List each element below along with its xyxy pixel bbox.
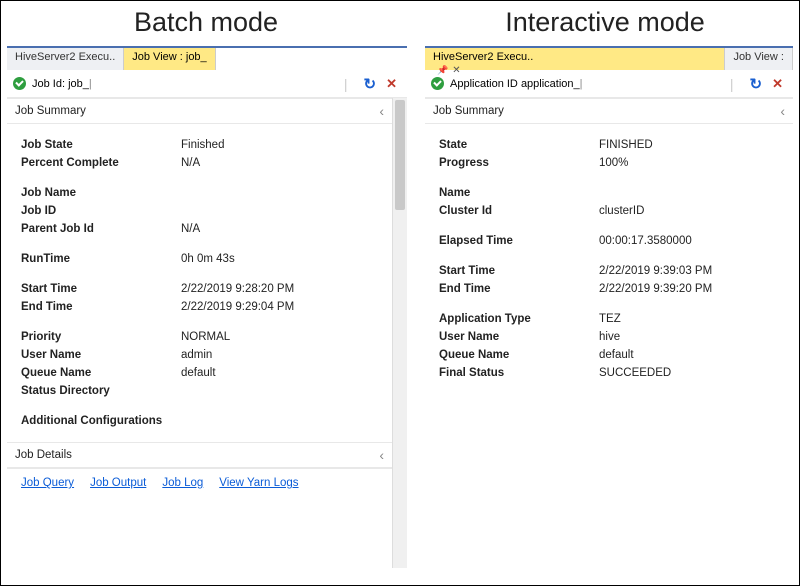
row-user-name-r: User Namehive — [425, 328, 793, 346]
section-title: Job Summary — [433, 105, 504, 117]
panel-interactive: HiveServer2 Execu.. ✕ Job View : Applica… — [425, 46, 793, 470]
row-final-status: Final StatusSUCCEEDED — [425, 364, 793, 382]
link-job-query[interactable]: Job Query — [21, 477, 74, 489]
application-id-label: Application ID — [450, 78, 518, 90]
row-parent-job-id: Parent Job IdN/A — [7, 220, 392, 238]
row-cluster-id: Cluster IdclusterID — [425, 202, 793, 220]
scrollbar-left[interactable] — [392, 98, 407, 568]
row-end-time: End Time2/22/2019 9:29:04 PM — [7, 298, 392, 316]
tabbar-right: HiveServer2 Execu.. ✕ Job View : — [425, 48, 793, 70]
application-id-value: application_ — [521, 78, 580, 90]
heading-batch-mode: Batch mode — [1, 1, 411, 46]
row-priority: PriorityNORMAL — [7, 328, 392, 346]
toolbar-separator: | — [730, 76, 734, 92]
row-job-name: Job Name — [7, 184, 392, 202]
chevron-left-icon — [780, 103, 785, 119]
link-job-output[interactable]: Job Output — [90, 477, 146, 489]
row-state: StateFINISHED — [425, 136, 793, 154]
toolbar-right: Application ID application_| | — [425, 70, 793, 98]
cancel-icon[interactable] — [772, 76, 783, 92]
section-title: Job Summary — [15, 105, 86, 117]
row-job-state: Job StateFinished — [7, 136, 392, 154]
chevron-left-icon — [379, 103, 384, 119]
row-progress: Progress100% — [425, 154, 793, 172]
row-end-time-r: End Time2/22/2019 9:39:20 PM — [425, 280, 793, 298]
heading-interactive-mode: Interactive mode — [411, 1, 799, 46]
row-queue-name-r: Queue Namedefault — [425, 346, 793, 364]
row-percent-complete: Percent CompleteN/A — [7, 154, 392, 172]
row-job-id: Job ID — [7, 202, 392, 220]
tab-hiveserver2-left[interactable]: HiveServer2 Execu.. — [7, 48, 124, 70]
row-start-time: Start Time2/22/2019 9:28:20 PM — [7, 280, 392, 298]
success-icon — [13, 77, 26, 90]
link-view-yarn[interactable]: View Yarn Logs — [219, 477, 298, 489]
tab-job-view-left[interactable]: Job View : job_ — [124, 48, 215, 70]
section-job-details-left[interactable]: Job Details — [7, 442, 392, 468]
caret-icon: | — [89, 78, 92, 90]
row-start-time-r: Start Time2/22/2019 9:39:03 PM — [425, 262, 793, 280]
tabbar-left: HiveServer2 Execu.. Job View : job_ — [7, 48, 407, 70]
job-id-value: job_ — [68, 78, 89, 90]
caret-icon: | — [580, 78, 583, 90]
cancel-icon[interactable] — [386, 76, 397, 92]
toolbar-left: Job Id: job_| | — [7, 70, 407, 98]
tab-job-view-right[interactable]: Job View : — [725, 48, 793, 70]
links-row: Job Query Job Output Job Log View Yarn L… — [7, 468, 392, 497]
row-additional-conf: Additional Configurations — [7, 412, 392, 430]
section-job-summary-left[interactable]: Job Summary — [7, 98, 392, 124]
row-name: Name — [425, 184, 793, 202]
tab-label: HiveServer2 Execu.. — [433, 51, 533, 63]
row-runtime: RunTime0h 0m 43s — [7, 250, 392, 268]
section-title: Job Details — [15, 449, 72, 461]
row-app-type: Application TypeTEZ — [425, 310, 793, 328]
row-queue-name: Queue Namedefault — [7, 364, 392, 382]
refresh-icon[interactable] — [750, 75, 763, 93]
row-elapsed: Elapsed Time00:00:17.3580000 — [425, 232, 793, 250]
success-icon — [431, 77, 444, 90]
content-right: Job Summary StateFINISHED Progress100% N… — [425, 98, 793, 470]
content-left: Job Summary Job StateFinished Percent Co… — [7, 98, 392, 568]
refresh-icon[interactable] — [364, 75, 377, 93]
panel-batch: HiveServer2 Execu.. Job View : job_ Job … — [7, 46, 407, 568]
chevron-left-icon — [379, 447, 384, 463]
row-status-directory: Status Directory — [7, 382, 392, 400]
section-job-summary-right[interactable]: Job Summary — [425, 98, 793, 124]
toolbar-separator: | — [344, 76, 348, 92]
tab-hiveserver2-right[interactable]: HiveServer2 Execu.. ✕ — [425, 48, 725, 70]
job-id-label: Job Id: — [32, 78, 65, 90]
scrollbar-thumb[interactable] — [395, 100, 405, 210]
link-job-log[interactable]: Job Log — [162, 477, 203, 489]
row-user-name: User Nameadmin — [7, 346, 392, 364]
